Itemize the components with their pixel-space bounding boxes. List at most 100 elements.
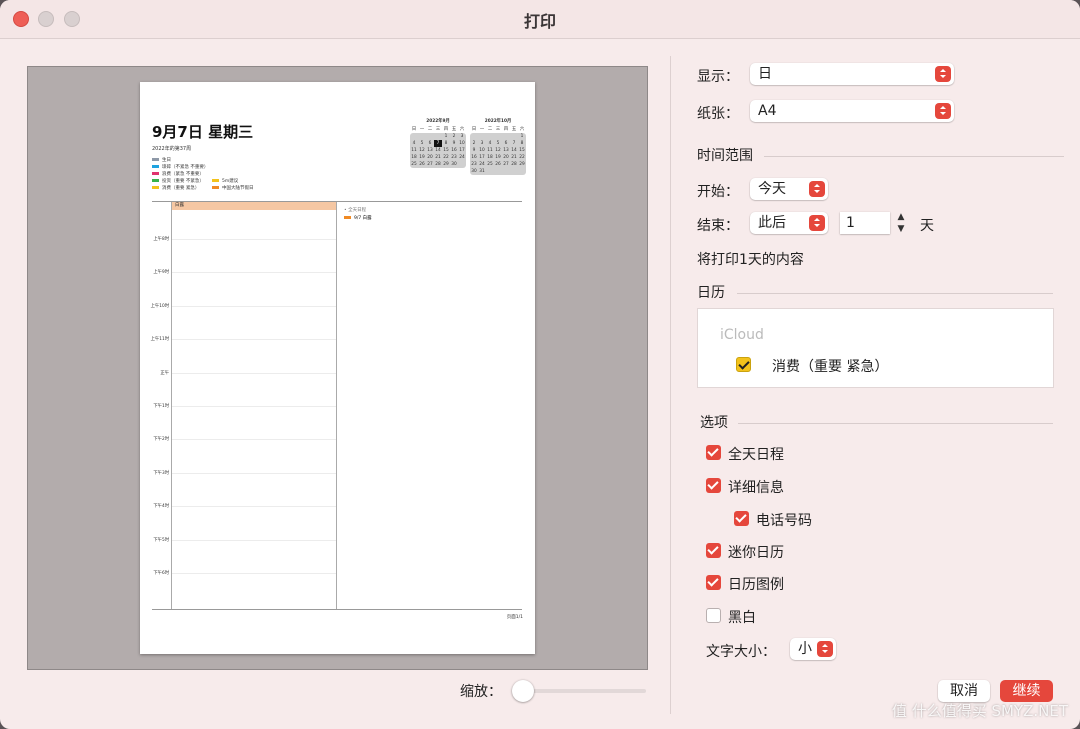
mini-calendar-day: 27: [503, 162, 509, 167]
font-size-popup[interactable]: 小: [790, 638, 836, 660]
weekday-header: 三: [495, 127, 501, 132]
legend-item: 消费（重要 紧急）: [152, 185, 199, 191]
display-popup[interactable]: 日: [750, 63, 954, 85]
option-label: 日历图例: [728, 577, 784, 593]
mini-calendar-checkbox[interactable]: [706, 543, 721, 558]
mini-calendar-day: 2: [472, 141, 476, 146]
weekday-header: 五: [511, 127, 517, 132]
option-label: 详细信息: [728, 480, 784, 496]
title-bar: 打印: [0, 0, 1080, 39]
days-count-input[interactable]: 1: [840, 212, 890, 234]
mini-calendar-day: [470, 133, 478, 140]
mini-calendar-day: 4: [488, 141, 492, 146]
print-dialog: 打印 9月7日 星期三 2022年的第37周 生日 琐碎（不紧急 不重要） 浪费…: [0, 0, 1080, 729]
mini-calendar-day: 24: [479, 162, 485, 167]
grid-divider: [336, 202, 337, 609]
allday-events-checkbox[interactable]: [706, 445, 721, 460]
mini-calendar-day: 9: [452, 141, 456, 146]
details-checkbox[interactable]: [706, 478, 721, 493]
end-value: 此后: [758, 215, 786, 231]
start-popup[interactable]: 今天: [750, 178, 828, 200]
mini-calendar-day: [458, 161, 466, 168]
zoom-label: 缩放：: [460, 684, 502, 700]
display-value: 日: [758, 66, 772, 82]
mini-calendar-title: 2022年10月: [484, 119, 512, 124]
hour-label: 下午6时: [153, 571, 169, 576]
mini-calendar-day: [502, 168, 510, 175]
weekday-header: 五: [451, 127, 457, 132]
hour-line: [172, 472, 336, 474]
mini-calendar-day: 17: [479, 155, 485, 160]
hour-line: [172, 439, 336, 441]
mini-calendar-september: 2022年9月 日一二三四五六 1 2 3 4 5 6 7 8 9 10 11 12 13 14 15 16 1…: [410, 118, 466, 168]
hour-line: [172, 573, 336, 574]
legend-item: 浪费（紧急 不重要）: [152, 171, 204, 177]
mini-calendar-day: 19: [495, 155, 501, 160]
mini-calendar-day: 18: [411, 155, 417, 160]
mini-calendar-day: 21: [511, 155, 517, 160]
mini-calendar-day: 9: [472, 148, 476, 153]
weekday-header: 一: [419, 127, 425, 132]
mini-calendar-day: 30: [451, 162, 457, 167]
panel-divider: [670, 56, 671, 714]
mini-calendar-day: 23: [451, 155, 457, 160]
chevron-up-icon[interactable]: ▲: [893, 211, 909, 223]
black-white-checkbox[interactable]: [706, 608, 721, 623]
end-popup[interactable]: 此后: [750, 212, 828, 234]
hour-label: 下午2时: [153, 437, 169, 443]
weekday-header: 四: [443, 127, 449, 132]
legend-item: 投资（重要 不紧急）: [152, 178, 204, 184]
hour-line: [172, 272, 336, 274]
weekday-header: 一: [479, 127, 485, 132]
phone-numbers-checkbox[interactable]: [734, 511, 749, 526]
weekday-header: 三: [435, 127, 441, 132]
mini-calendar-day: 29: [519, 162, 525, 167]
mini-calendar-day: 4: [412, 141, 416, 146]
mini-calendar-day: 13: [503, 148, 509, 153]
mini-calendar-day: 14: [435, 148, 441, 153]
mini-calendar-day: 10: [479, 148, 485, 153]
legend-item: 琐碎（不紧急 不重要）: [152, 164, 208, 170]
mini-calendar-day: 28: [511, 162, 517, 167]
hour-line: [172, 539, 336, 541]
zoom-slider-track[interactable]: [515, 689, 646, 693]
paper-popup[interactable]: A4: [750, 100, 954, 122]
days-stepper[interactable]: ▲ ▼: [893, 211, 909, 235]
mini-calendar-day: 26: [419, 162, 425, 167]
page-number: 页面1/1: [506, 615, 523, 620]
weekday-header: 六: [459, 127, 465, 132]
mini-calendar-day: 27: [427, 162, 433, 167]
mini-calendar-day: 26: [495, 162, 501, 167]
calendar-item-label: 消费（重要 紧急）: [772, 359, 889, 375]
print-preview: 9月7日 星期三 2022年的第37周 生日 琐碎（不紧急 不重要） 浪费（紧急…: [27, 66, 648, 670]
hour-label: 正午: [160, 370, 169, 376]
section-divider: [738, 423, 1053, 424]
legend-item: 中国大陆节假日: [212, 185, 254, 191]
mini-calendar-day: 16: [451, 148, 457, 153]
calendar-legend-checkbox[interactable]: [706, 575, 721, 590]
grid-bottom-line: [152, 609, 522, 610]
font-size-value: 小: [798, 641, 812, 657]
cancel-button[interactable]: 取消: [938, 680, 990, 702]
time-range-heading: 时间范围: [697, 148, 753, 164]
calendar-checkbox[interactable]: [736, 357, 751, 372]
chevron-down-icon[interactable]: ▼: [893, 223, 909, 235]
mini-calendar-day: 3: [480, 141, 484, 146]
weekday-header: 二: [427, 127, 433, 132]
mini-calendar-day: 20: [427, 155, 433, 160]
mini-calendar-day: 5: [420, 141, 424, 146]
mini-calendar-day: 30: [471, 169, 477, 174]
continue-button[interactable]: 继续: [1000, 680, 1053, 702]
mini-calendar-day: [510, 168, 518, 175]
calendar-source: iCloud: [720, 327, 764, 343]
zoom-slider-thumb[interactable]: [512, 680, 534, 702]
calendar-list: iCloud 消费（重要 紧急）: [697, 308, 1054, 388]
weekday-header: 四: [503, 127, 509, 132]
option-label: 黑白: [728, 610, 756, 626]
hour-line: [172, 506, 336, 508]
mini-calendar-day: 15: [443, 148, 449, 153]
hour-label: 下午4时: [153, 504, 169, 510]
weekday-header: 日: [471, 127, 477, 132]
mini-calendar-day: [494, 133, 502, 140]
mini-calendar-day: [486, 133, 494, 140]
